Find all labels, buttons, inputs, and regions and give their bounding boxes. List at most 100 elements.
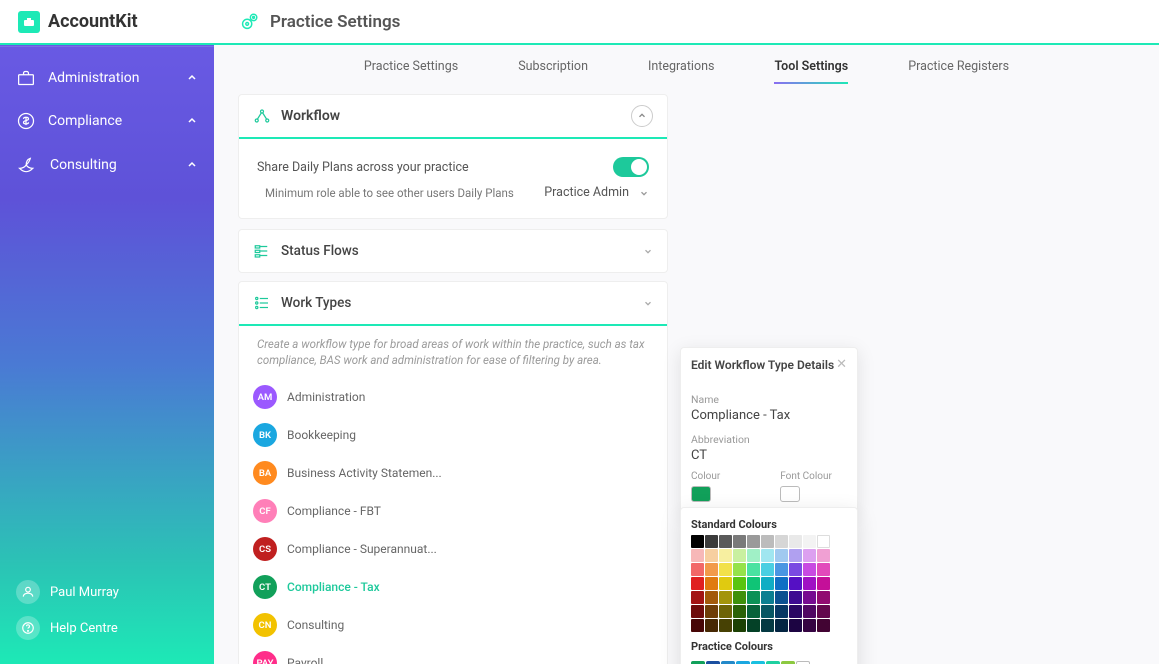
- colour-cell[interactable]: [705, 549, 718, 562]
- tab-integrations[interactable]: Integrations: [648, 59, 714, 84]
- colour-cell[interactable]: [761, 535, 774, 548]
- colour-cell[interactable]: [817, 619, 830, 632]
- colour-cell[interactable]: [775, 549, 788, 562]
- colour-cell[interactable]: [747, 605, 760, 618]
- status-flows-header[interactable]: Status Flows: [239, 230, 667, 272]
- colour-cell[interactable]: [803, 563, 816, 576]
- colour-cell[interactable]: [775, 577, 788, 590]
- tab-subscription[interactable]: Subscription: [518, 59, 588, 84]
- work-type-row[interactable]: CFCompliance - FBT: [249, 492, 657, 530]
- tab-practice-settings[interactable]: Practice Settings: [364, 59, 458, 84]
- help-centre-link[interactable]: Help Centre: [14, 610, 200, 646]
- colour-cell[interactable]: [789, 549, 802, 562]
- work-type-row[interactable]: PAYPayroll: [249, 644, 657, 664]
- colour-cell[interactable]: [803, 535, 816, 548]
- tab-practice-registers[interactable]: Practice Registers: [908, 59, 1009, 84]
- colour-cell[interactable]: [803, 549, 816, 562]
- colour-cell[interactable]: [817, 605, 830, 618]
- colour-cell[interactable]: [719, 619, 732, 632]
- colour-cell[interactable]: [719, 535, 732, 548]
- colour-cell[interactable]: [747, 535, 760, 548]
- colour-cell[interactable]: [789, 619, 802, 632]
- colour-cell[interactable]: [719, 605, 732, 618]
- colour-cell[interactable]: [761, 605, 774, 618]
- colour-cell[interactable]: [733, 563, 746, 576]
- colour-cell[interactable]: [705, 563, 718, 576]
- colour-cell[interactable]: [789, 577, 802, 590]
- workflow-card-header[interactable]: Workflow: [239, 95, 667, 139]
- colour-cell[interactable]: [691, 605, 704, 618]
- colour-cell[interactable]: [705, 605, 718, 618]
- work-type-row[interactable]: CTCompliance - Tax: [249, 568, 657, 606]
- colour-cell[interactable]: [691, 549, 704, 562]
- colour-cell[interactable]: [817, 535, 830, 548]
- colour-cell[interactable]: [775, 535, 788, 548]
- colour-cell[interactable]: [761, 563, 774, 576]
- colour-cell[interactable]: [775, 619, 788, 632]
- work-types-header[interactable]: Work Types: [239, 282, 667, 326]
- colour-cell[interactable]: [803, 605, 816, 618]
- colour-cell[interactable]: [803, 577, 816, 590]
- colour-cell[interactable]: [761, 549, 774, 562]
- colour-cell[interactable]: [705, 619, 718, 632]
- nav-administration[interactable]: Administration: [0, 57, 214, 99]
- colour-cell[interactable]: [719, 563, 732, 576]
- work-type-row[interactable]: AMAdministration: [249, 378, 657, 416]
- colour-cell[interactable]: [733, 535, 746, 548]
- colour-cell[interactable]: [691, 619, 704, 632]
- colour-cell[interactable]: [733, 619, 746, 632]
- font-colour-swatch[interactable]: [780, 486, 800, 502]
- colour-cell[interactable]: [789, 605, 802, 618]
- nav-compliance[interactable]: Compliance: [0, 99, 214, 143]
- min-role-select[interactable]: Practice Admin: [544, 185, 649, 200]
- colour-cell[interactable]: [775, 605, 788, 618]
- colour-cell[interactable]: [789, 535, 802, 548]
- colour-cell[interactable]: [775, 563, 788, 576]
- colour-cell[interactable]: [719, 549, 732, 562]
- colour-cell[interactable]: [691, 563, 704, 576]
- colour-cell[interactable]: [691, 535, 704, 548]
- colour-cell[interactable]: [817, 577, 830, 590]
- share-daily-plans-toggle[interactable]: [613, 157, 649, 177]
- colour-swatch[interactable]: [691, 486, 711, 502]
- colour-cell[interactable]: [789, 591, 802, 604]
- colour-cell[interactable]: [747, 619, 760, 632]
- collapse-button[interactable]: [631, 105, 653, 127]
- work-type-row[interactable]: BABusiness Activity Statemen...: [249, 454, 657, 492]
- work-type-row[interactable]: CNConsulting: [249, 606, 657, 644]
- work-type-row[interactable]: BKBookkeeping: [249, 416, 657, 454]
- colour-cell[interactable]: [705, 591, 718, 604]
- colour-cell[interactable]: [747, 577, 760, 590]
- colour-cell[interactable]: [719, 591, 732, 604]
- abbreviation-field[interactable]: CT: [691, 448, 847, 467]
- colour-cell[interactable]: [817, 591, 830, 604]
- colour-cell[interactable]: [747, 549, 760, 562]
- colour-cell[interactable]: [705, 577, 718, 590]
- user-profile[interactable]: Paul Murray: [14, 574, 200, 610]
- colour-cell[interactable]: [761, 619, 774, 632]
- colour-cell[interactable]: [733, 591, 746, 604]
- colour-cell[interactable]: [789, 563, 802, 576]
- colour-cell[interactable]: [733, 605, 746, 618]
- nav-consulting[interactable]: Consulting: [0, 143, 214, 187]
- logo[interactable]: AccountKit: [0, 11, 214, 33]
- colour-cell[interactable]: [691, 577, 704, 590]
- colour-cell[interactable]: [775, 591, 788, 604]
- colour-cell[interactable]: [691, 591, 704, 604]
- colour-cell[interactable]: [747, 591, 760, 604]
- colour-cell[interactable]: [733, 549, 746, 562]
- tab-tool-settings[interactable]: Tool Settings: [774, 59, 848, 84]
- colour-cell[interactable]: [803, 619, 816, 632]
- close-icon[interactable]: ✕: [836, 357, 847, 372]
- colour-cell[interactable]: [761, 591, 774, 604]
- colour-cell[interactable]: [803, 591, 816, 604]
- name-field[interactable]: Compliance - Tax: [691, 408, 847, 427]
- colour-cell[interactable]: [747, 563, 760, 576]
- colour-cell[interactable]: [761, 577, 774, 590]
- colour-cell[interactable]: [719, 577, 732, 590]
- colour-cell[interactable]: [817, 549, 830, 562]
- work-type-row[interactable]: CSCompliance - Superannuat...: [249, 530, 657, 568]
- colour-cell[interactable]: [733, 577, 746, 590]
- colour-cell[interactable]: [705, 535, 718, 548]
- colour-cell[interactable]: [817, 563, 830, 576]
